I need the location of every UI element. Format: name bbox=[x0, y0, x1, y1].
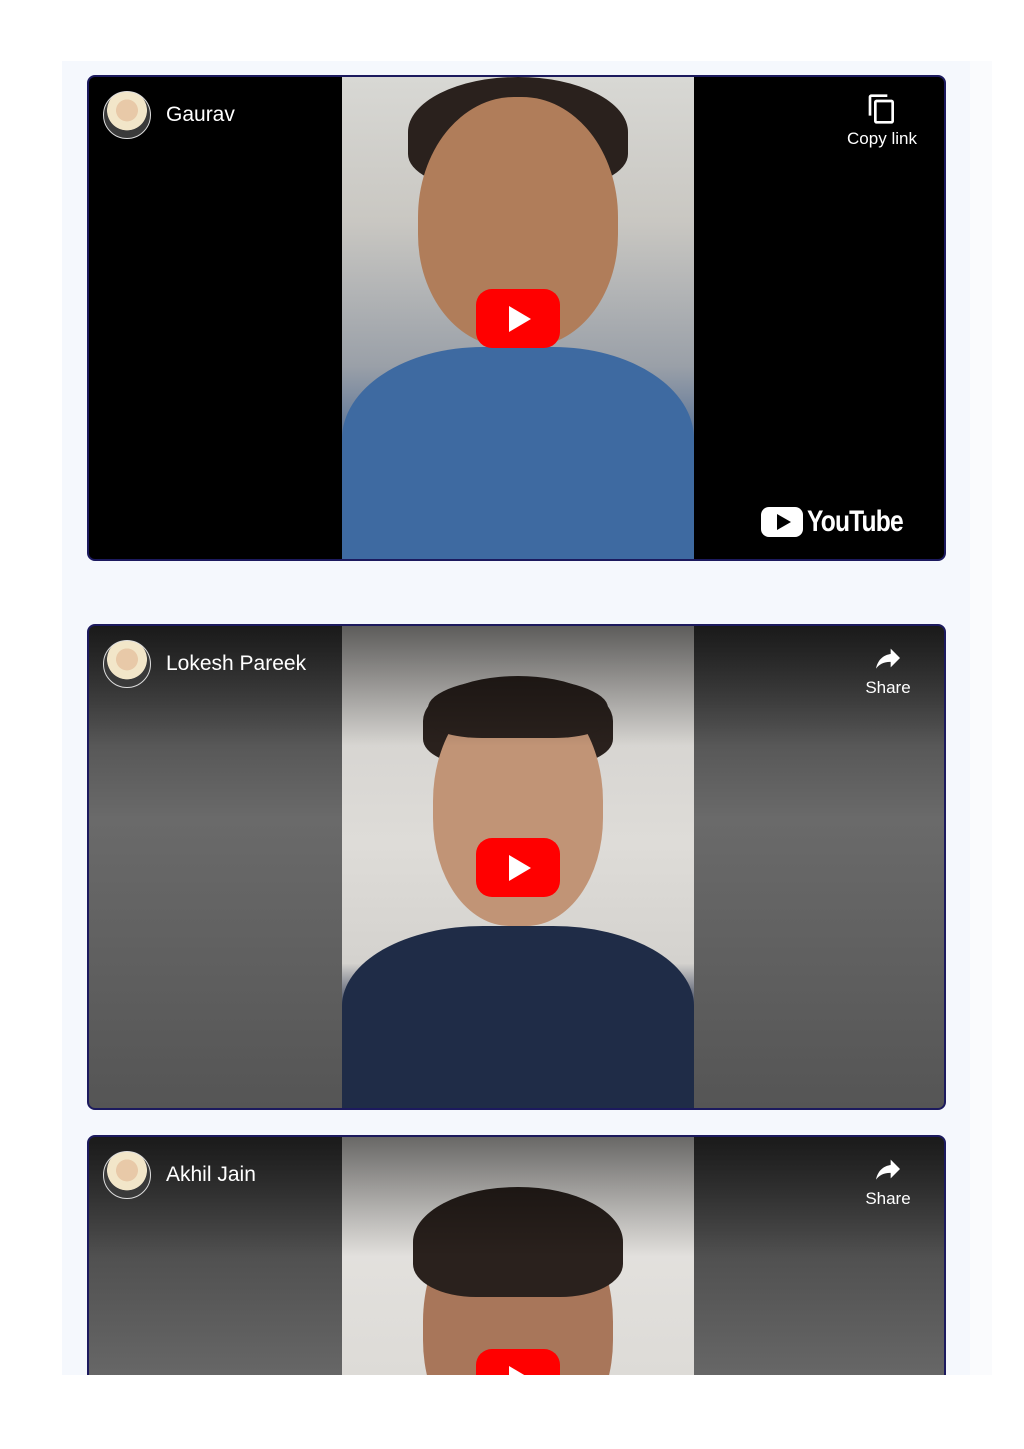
video-title[interactable]: Akhil Jain bbox=[166, 1163, 256, 1187]
video-title[interactable]: Lokesh Pareek bbox=[166, 652, 306, 676]
play-icon bbox=[509, 854, 531, 881]
play-icon bbox=[509, 305, 531, 332]
youtube-logo[interactable]: YouTube bbox=[761, 505, 924, 539]
copy-link-button[interactable]: Copy link bbox=[832, 93, 932, 149]
copy-link-label: Copy link bbox=[847, 129, 917, 148]
channel-avatar[interactable] bbox=[103, 91, 151, 139]
youtube-wordmark: YouTube bbox=[807, 505, 904, 538]
share-button[interactable]: Share bbox=[838, 642, 938, 698]
share-icon bbox=[838, 642, 938, 674]
share-label: Share bbox=[865, 1189, 911, 1208]
video-title[interactable]: Gaurav bbox=[166, 103, 235, 127]
share-icon bbox=[838, 1153, 938, 1185]
play-button[interactable] bbox=[476, 838, 560, 897]
channel-avatar[interactable] bbox=[103, 640, 151, 688]
youtube-play-icon bbox=[761, 507, 804, 537]
panel-scroll-edge bbox=[970, 61, 992, 1375]
copy-icon bbox=[832, 93, 932, 125]
video-embed-gaurav[interactable]: Gaurav Copy link YouTube bbox=[87, 75, 946, 561]
play-button[interactable] bbox=[476, 289, 560, 348]
video-embed-lokesh-pareek[interactable]: Lokesh Pareek Share bbox=[87, 624, 946, 1110]
video-embed-akhil-jain[interactable]: Akhil Jain Share bbox=[87, 1135, 946, 1395]
share-button[interactable]: Share bbox=[838, 1153, 938, 1209]
channel-avatar[interactable] bbox=[103, 1151, 151, 1199]
share-label: Share bbox=[865, 678, 911, 697]
